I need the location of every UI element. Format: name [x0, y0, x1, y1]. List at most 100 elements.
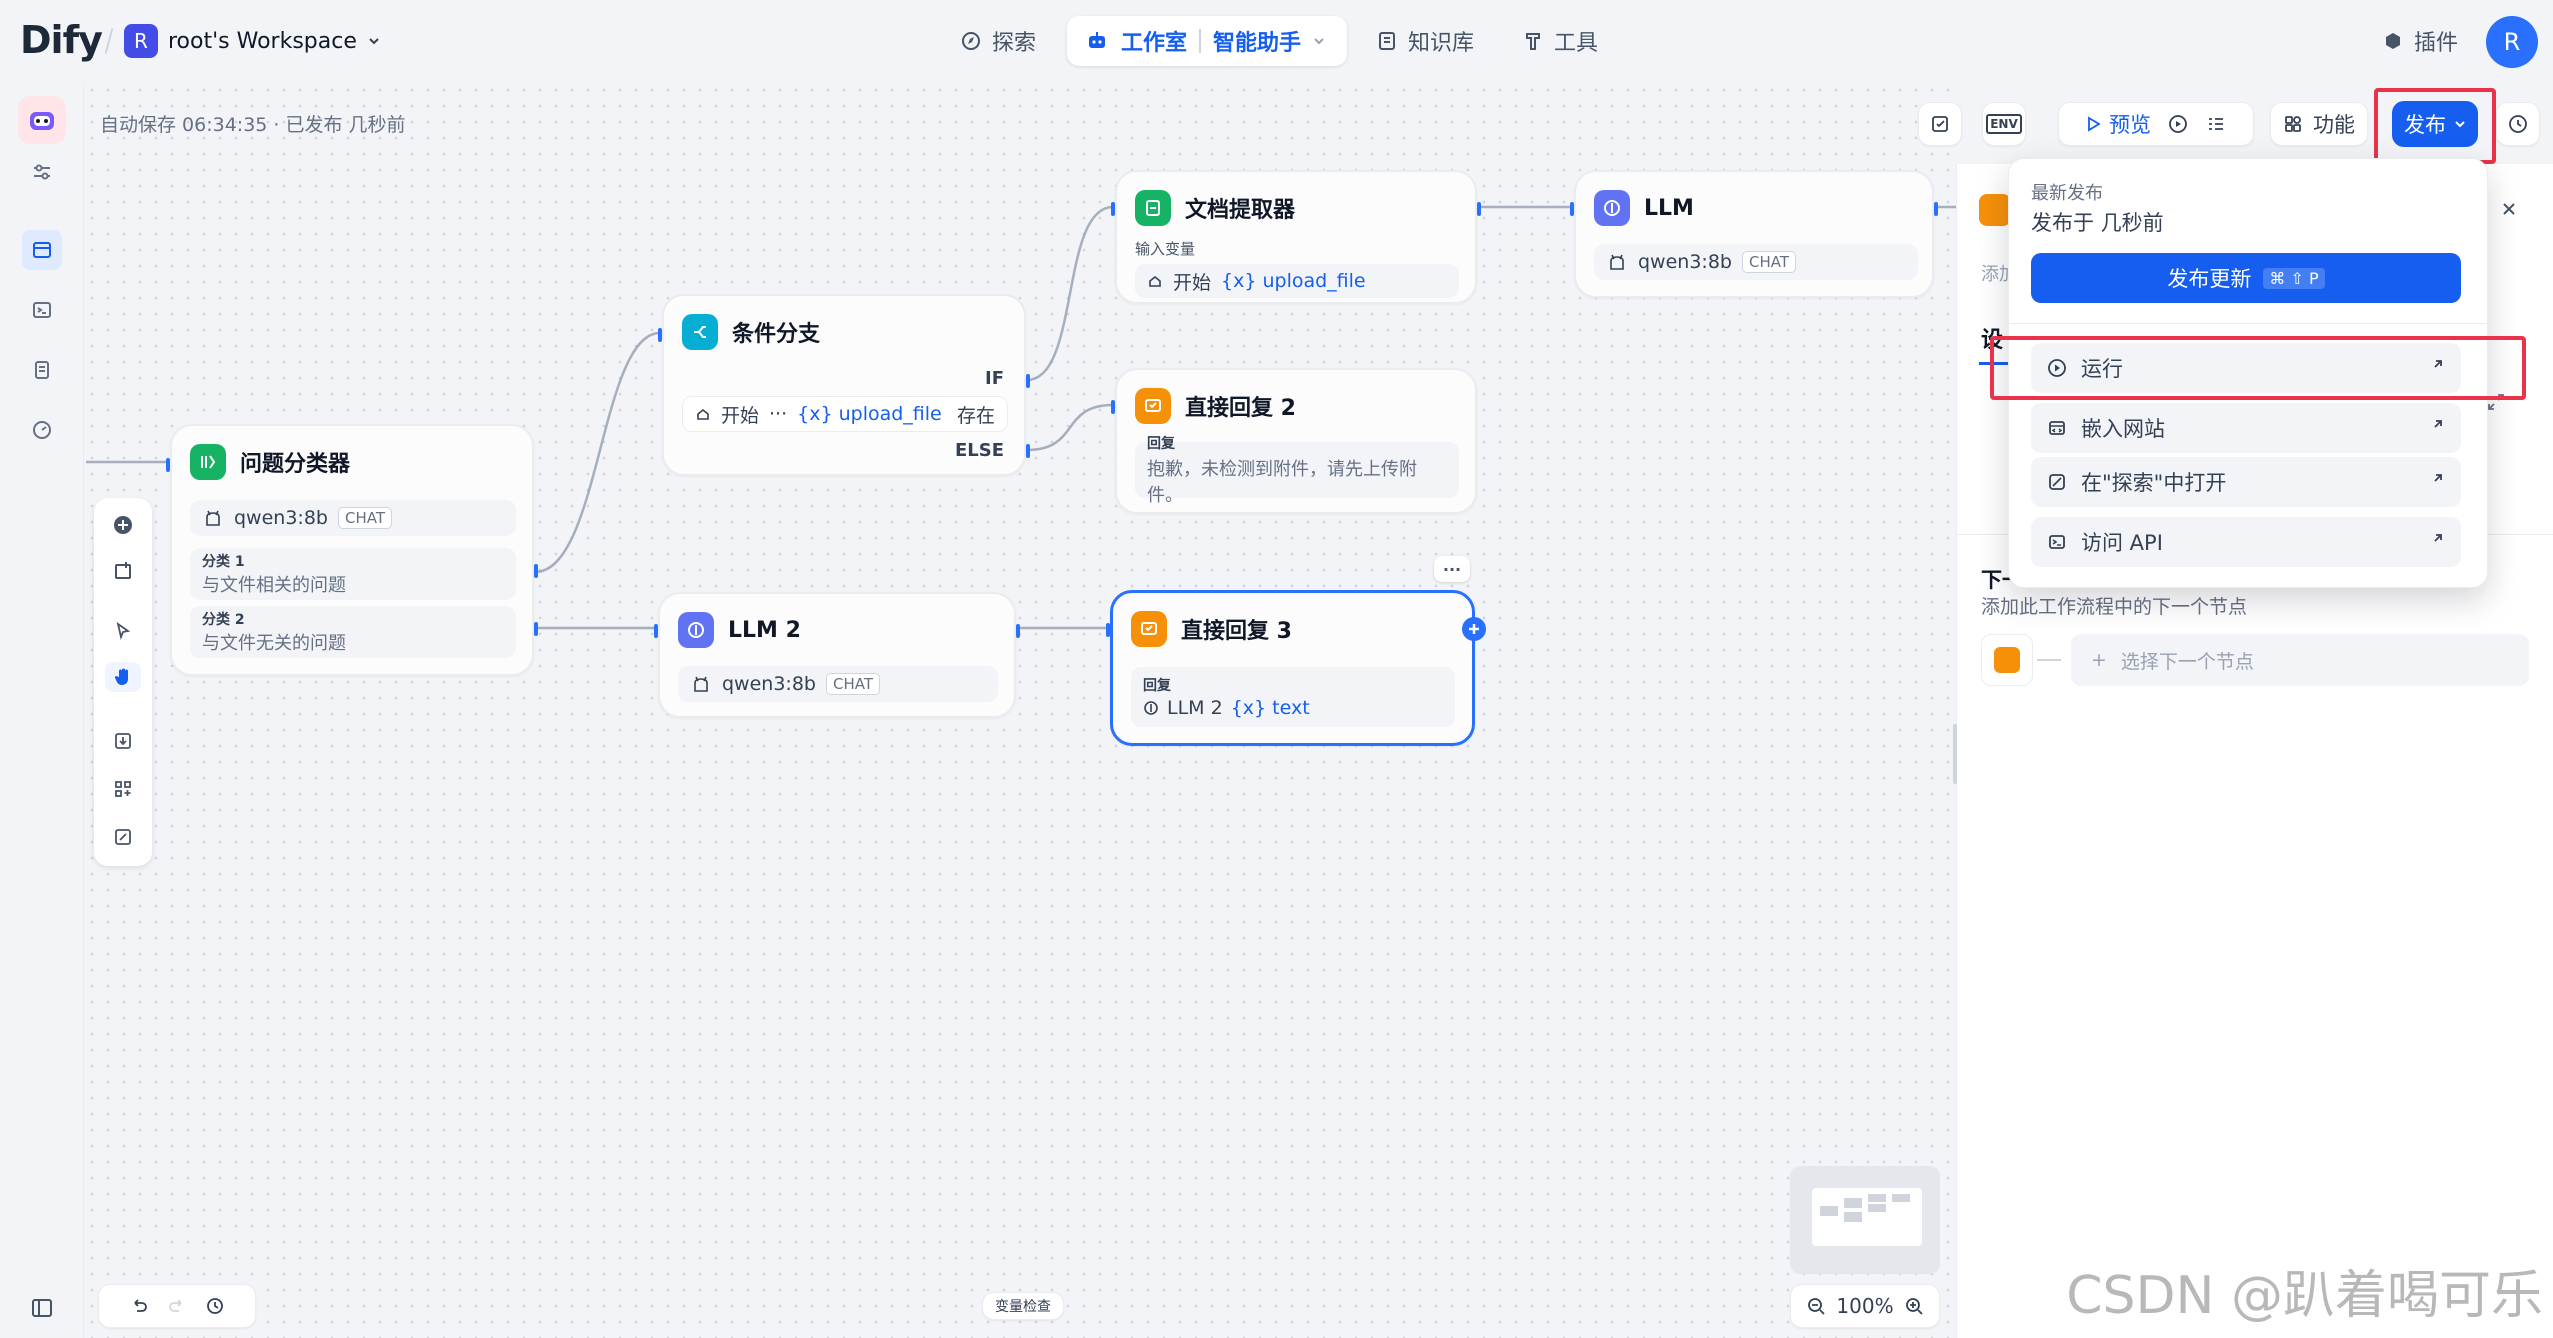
operator: 存在 — [956, 404, 995, 427]
export-image-icon[interactable] — [108, 726, 138, 756]
reply-icon — [1994, 647, 2020, 673]
zoom-out-icon[interactable] — [1806, 1296, 1826, 1316]
document-icon — [1135, 190, 1171, 226]
output-port[interactable] — [534, 564, 538, 578]
preview-button[interactable]: 预览 — [2085, 109, 2151, 139]
node-llm[interactable]: LLM qwen3:8b CHAT — [1570, 170, 1938, 298]
history-icon[interactable] — [205, 1296, 225, 1316]
reply-field: 回复 抱歉，未检测到附件，请先上传附件。 — [1135, 436, 1459, 506]
features-button[interactable]: 功能 — [2270, 102, 2368, 146]
reply-icon — [1979, 194, 2011, 226]
resize-handle[interactable] — [1953, 724, 1957, 784]
node-condition-branch[interactable]: 条件分支 IF 开始 ··· {x} upload_file 存在 ELSE — [658, 294, 1030, 476]
node-title: LLM 2 — [728, 617, 801, 643]
add-node-icon[interactable] — [1462, 617, 1486, 641]
node-answer-2[interactable]: 直接回复 2 回复 抱歉，未检测到附件，请先上传附件。 — [1111, 368, 1477, 514]
access-api-item[interactable]: 访问 API — [2031, 517, 2461, 567]
embed-site-item[interactable]: 嵌入网站 — [2031, 403, 2461, 453]
highlight-publish — [2374, 88, 2496, 164]
input-port[interactable] — [1570, 202, 1574, 216]
select-next-label: 选择下一个节点 — [2120, 650, 2254, 673]
run-history-icon[interactable] — [2167, 113, 2189, 135]
embed-icon — [2047, 418, 2067, 438]
node-title: 直接回复 2 — [1185, 396, 1296, 421]
input-port[interactable] — [1111, 202, 1115, 216]
model-name: qwen3:8b — [722, 673, 816, 695]
input-port[interactable] — [1111, 400, 1115, 414]
open-in-explore-item[interactable]: 在"探索"中打开 — [2031, 457, 2461, 507]
env-button[interactable]: ENV — [1982, 102, 2026, 146]
edge-classifier-condition — [534, 331, 661, 574]
input-port[interactable] — [658, 328, 662, 342]
if-port[interactable] — [1026, 374, 1030, 388]
output-port[interactable] — [1477, 202, 1481, 216]
else-port[interactable] — [1026, 444, 1030, 458]
undo-icon[interactable] — [129, 1296, 149, 1316]
zoom-in-icon[interactable] — [1904, 1296, 1924, 1316]
input-port[interactable] — [166, 458, 170, 472]
node-title: LLM — [1644, 195, 1694, 221]
node-question-classifier[interactable]: 问题分类器 qwen3:8b CHAT 分类 1 与文件相关的问题 分类 2 与… — [166, 424, 538, 676]
llm-icon — [1594, 190, 1630, 226]
node-title: 条件分支 — [732, 322, 821, 347]
if-label: IF — [985, 368, 1004, 389]
branch-icon — [682, 314, 718, 350]
class-text: 与文件相关的问题 — [202, 575, 346, 596]
class-label: 分类 1 — [202, 554, 245, 570]
terminal-icon — [2047, 532, 2067, 552]
var-source: LLM 2 — [1167, 697, 1223, 719]
reply-icon — [1131, 611, 1167, 647]
item-label: 嵌入网站 — [2081, 417, 2165, 441]
play-icon — [2085, 116, 2101, 132]
model-name: qwen3:8b — [1638, 251, 1732, 273]
input-port[interactable] — [1106, 623, 1110, 637]
var-name: {x} text — [1230, 697, 1310, 719]
model-name: qwen3:8b — [234, 507, 328, 529]
add-note-icon[interactable] — [108, 556, 138, 586]
node-title: 问题分类器 — [240, 452, 351, 477]
select-next-node-button[interactable]: + 选择下一个节点 — [2071, 634, 2529, 686]
organize-icon[interactable] — [108, 774, 138, 804]
variable-inspect-button[interactable]: 变量检查 — [982, 1292, 1064, 1320]
minimap-node — [1820, 1206, 1838, 1216]
add-block-icon[interactable] — [108, 510, 138, 540]
home-icon — [1147, 273, 1163, 289]
env-label: ENV — [1986, 114, 2022, 134]
publish-update-button[interactable]: 发布更新 ⌘ ⇧ P — [2031, 253, 2461, 303]
reply-text: 抱歉，未检测到附件，请先上传附件。 — [1147, 459, 1417, 506]
zoom-level[interactable]: 100% — [1836, 1294, 1893, 1318]
node-answer-3[interactable]: 直接回复 3 回复 LLM 2 {x} text — [1106, 590, 1486, 746]
mode-chip: CHAT — [337, 507, 392, 529]
checklist-icon[interactable] — [2205, 113, 2227, 135]
hand-icon[interactable] — [105, 662, 141, 692]
minimap-toggle-icon[interactable] — [108, 822, 138, 852]
node-llm-2[interactable]: LLM 2 qwen3:8b CHAT — [654, 592, 1020, 718]
model-field: qwen3:8b CHAT — [190, 500, 516, 536]
external-link-icon — [2431, 531, 2445, 545]
minimap[interactable] — [1790, 1166, 1940, 1274]
more-button[interactable]: ··· — [1434, 556, 1470, 582]
connector — [2037, 659, 2061, 661]
ollama-icon — [202, 507, 224, 529]
class-text: 与文件无关的问题 — [202, 633, 346, 654]
output-port[interactable] — [1934, 202, 1938, 216]
features-icon — [2283, 114, 2303, 134]
ollama-icon — [1606, 251, 1628, 273]
output-port[interactable] — [1016, 624, 1020, 638]
pointer-icon[interactable] — [108, 616, 138, 646]
class-2: 分类 2 与文件无关的问题 — [190, 606, 516, 658]
close-icon[interactable] — [2500, 200, 2518, 218]
published-time: 发布于 几秒前 — [2031, 211, 2164, 235]
output-port[interactable] — [534, 622, 538, 636]
input-port[interactable] — [654, 624, 658, 638]
edge-condition-answer2 — [1026, 403, 1114, 452]
redo-icon[interactable] — [167, 1296, 187, 1316]
watermark: CSDN @趴着喝可乐 — [2066, 1266, 2543, 1326]
checklist-icon[interactable] — [1918, 102, 1962, 146]
reply-label: 回复 — [1143, 678, 1171, 694]
canvas-tools — [94, 498, 152, 866]
reply-label: 回复 — [1147, 436, 1175, 452]
node-doc-extractor[interactable]: 文档提取器 输入变量 开始 {x} upload_file — [1111, 170, 1481, 304]
version-history-icon[interactable] — [2496, 102, 2540, 146]
next-step-description: 添加此工作流程中的下一个节点 — [1981, 596, 2248, 618]
